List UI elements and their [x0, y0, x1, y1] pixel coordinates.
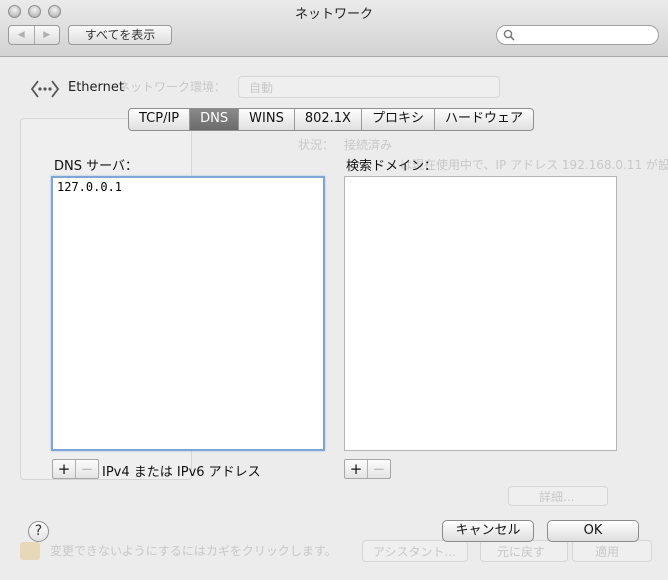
back-button[interactable]: ◀	[9, 26, 34, 44]
dns-add-remove: + −	[52, 459, 99, 479]
add-search-domain-button[interactable]: +	[345, 460, 367, 478]
help-button[interactable]: ?	[28, 521, 49, 542]
revert-button-bg: 元に戻す	[480, 540, 568, 562]
apply-label: 適用	[595, 545, 620, 559]
chevron-right-icon: ▶	[43, 30, 51, 40]
window-titlebar: ネットワーク ◀ ▶ すべてを表示	[0, 0, 668, 57]
chevron-left-icon: ◀	[17, 30, 25, 40]
show-all-button[interactable]: すべてを表示	[68, 25, 172, 45]
tab-tcpip[interactable]: TCP/IP	[129, 109, 189, 130]
tab-wins[interactable]: WINS	[238, 109, 294, 130]
search-domains-list[interactable]	[344, 176, 617, 451]
tab-dns[interactable]: DNS	[189, 109, 239, 130]
tab-8021x[interactable]: 802.1X	[293, 109, 361, 130]
tab-hardware[interactable]: ハードウェア	[433, 109, 533, 130]
tab-proxy[interactable]: プロキシ	[360, 109, 434, 130]
revert-label: 元に戻す	[497, 545, 546, 559]
ethernet-icon	[30, 80, 60, 98]
apply-button-bg: 適用	[572, 540, 652, 562]
settings-tabs: TCP/IP DNS WINS 802.1X プロキシ ハードウェア	[128, 108, 534, 131]
add-dns-server-button[interactable]: +	[53, 460, 75, 478]
remove-search-domain-button[interactable]: −	[367, 460, 390, 478]
search-icon	[503, 29, 515, 41]
dns-address-hint: IPv4 または IPv6 アドレス	[102, 465, 261, 480]
interface-name: Ethernet	[68, 80, 124, 95]
remove-dns-server-button[interactable]: −	[75, 460, 98, 478]
location-value: 自動	[249, 81, 274, 95]
back-forward-buttons: ◀ ▶	[8, 25, 60, 45]
lock-icon	[20, 542, 40, 560]
assistant-button-bg: アシスタント...	[362, 540, 468, 562]
cancel-button[interactable]: キャンセル	[442, 520, 534, 542]
window-title: ネットワーク	[294, 7, 373, 22]
dns-servers-list[interactable]: 127.0.0.1	[51, 176, 325, 451]
assistant-label: アシスタント...	[373, 545, 456, 559]
search-domains-label: 検索ドメイン：	[346, 159, 438, 174]
dns-servers-label: DNS サーバ：	[54, 159, 138, 174]
lock-text: 変更できないようにするにはカギをクリックします。	[50, 544, 337, 558]
dns-server-row[interactable]: 127.0.0.1	[53, 178, 323, 196]
search-field[interactable]	[496, 25, 659, 45]
domain-add-remove: + −	[344, 459, 391, 479]
location-popup: 自動	[238, 76, 500, 98]
forward-button[interactable]: ▶	[33, 26, 60, 44]
location-label: ネットワーク環境：	[118, 80, 227, 94]
ok-button[interactable]: OK	[547, 520, 639, 542]
